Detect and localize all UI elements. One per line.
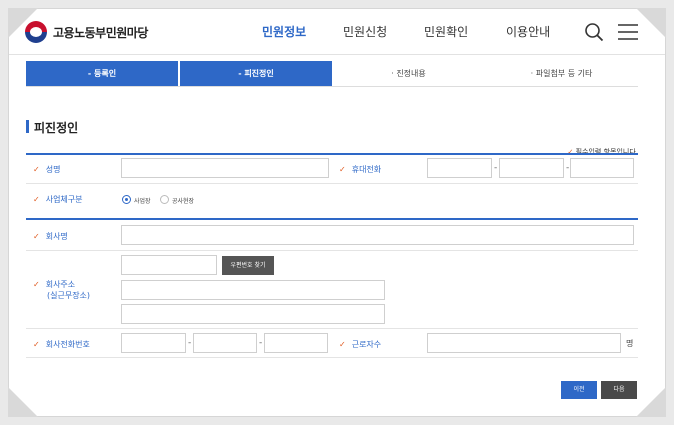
step-tab-registrant[interactable]: - 등록인 <box>26 61 178 86</box>
required-note: ✓ 필수입력 항목입니다. <box>567 147 638 157</box>
name-label: ✓ 성명 <box>33 164 60 175</box>
name-label-text: 성명 <box>45 165 61 174</box>
phone-dash: - <box>566 163 570 173</box>
site-title[interactable]: 고용노동부민원마당 <box>53 24 148 41</box>
postcode-input[interactable] <box>121 255 217 275</box>
company-name-label-text: 회사명 <box>45 232 68 241</box>
row-divider <box>26 328 638 329</box>
nav-civil-info[interactable]: 민원정보 <box>262 23 306 40</box>
nav-civil-check[interactable]: 민원확인 <box>424 23 468 40</box>
row-divider <box>26 250 638 251</box>
worker-count-unit: 명 <box>626 339 634 348</box>
mobile-phone-label-text: 휴대전화 <box>351 165 382 174</box>
required-check-icon: ✓ <box>33 340 40 349</box>
row-divider <box>26 183 638 184</box>
decorative-corner <box>636 387 666 417</box>
company-name-input[interactable] <box>121 225 634 245</box>
section-divider <box>26 218 638 220</box>
nav-civil-apply[interactable]: 민원신청 <box>343 23 387 40</box>
company-address-label-text: 회사주소 <box>45 280 76 289</box>
company-phone-input-1[interactable] <box>121 333 186 353</box>
business-type-label-text: 사업체구분 <box>45 195 83 204</box>
content-frame: 고용노동부민원마당 민원정보 민원신청 민원확인 이용안내 - 등록인 - 피진… <box>8 8 666 417</box>
worker-count-input[interactable] <box>427 333 621 353</box>
section-title-bar <box>26 120 29 133</box>
company-phone-label-text: 회사전화번호 <box>45 340 90 349</box>
required-check-icon: ✓ <box>33 165 40 174</box>
phone-dash: - <box>259 338 263 348</box>
worker-count-label: ✓ 근로자수 <box>339 339 381 350</box>
required-check-icon: ✓ <box>339 340 346 349</box>
company-phone-input-3[interactable] <box>264 333 328 353</box>
decorative-corner <box>636 8 666 38</box>
required-check-icon: ✓ <box>33 195 40 204</box>
mobile-phone-label: ✓ 휴대전화 <box>339 164 381 175</box>
required-check-icon: ✓ <box>339 165 346 174</box>
next-button[interactable]: 다음 <box>601 381 637 399</box>
name-input[interactable] <box>121 158 329 178</box>
required-check-icon: ✓ <box>33 232 40 241</box>
company-phone-input-2[interactable] <box>193 333 257 353</box>
company-address-sublabel: (실근무장소) <box>47 291 91 300</box>
find-postcode-button[interactable]: 우편번호 찾기 <box>222 256 274 275</box>
address-input-1[interactable] <box>121 280 385 300</box>
step-tab-respondent[interactable]: - 피진정인 <box>180 61 332 86</box>
step-tabs: - 등록인 - 피진정인 · 진정내용 · 파일첨부 등 기타 <box>26 61 638 87</box>
company-phone-label: ✓ 회사전화번호 <box>33 339 90 350</box>
decorative-corner <box>8 387 38 417</box>
form-bottom-border <box>26 357 638 358</box>
radio-workplace[interactable] <box>122 195 131 204</box>
step-tab-attachments[interactable]: · 파일첨부 등 기타 <box>485 61 638 86</box>
radio-construction-site-label[interactable]: 공사현장 <box>172 196 194 205</box>
phone-dash: - <box>494 163 498 173</box>
mobile-phone-input-3[interactable] <box>570 158 634 178</box>
section-title: 피진정인 <box>34 121 79 135</box>
business-type-label: ✓ 사업체구분 <box>33 194 83 205</box>
site-header: 고용노동부민원마당 민원정보 민원신청 민원확인 이용안내 <box>9 9 665 55</box>
nav-guide[interactable]: 이용안내 <box>506 23 550 40</box>
company-address-label: ✓ 회사주소 (실근무장소) <box>33 279 90 301</box>
decorative-corner <box>8 8 38 38</box>
form-top-border <box>26 153 638 155</box>
company-name-label: ✓ 회사명 <box>33 231 68 242</box>
radio-construction-site[interactable] <box>160 195 169 204</box>
address-input-2[interactable] <box>121 304 385 324</box>
search-icon[interactable] <box>584 22 604 42</box>
mobile-phone-input-1[interactable] <box>427 158 492 178</box>
radio-workplace-label[interactable]: 사업장 <box>134 196 151 205</box>
step-tab-petition-content[interactable]: · 진정내용 <box>332 61 485 86</box>
required-check-icon: ✓ <box>33 280 40 289</box>
previous-button[interactable]: 이전 <box>561 381 597 399</box>
worker-count-label-text: 근로자수 <box>351 340 382 349</box>
phone-dash: - <box>188 338 192 348</box>
mobile-phone-input-2[interactable] <box>499 158 564 178</box>
